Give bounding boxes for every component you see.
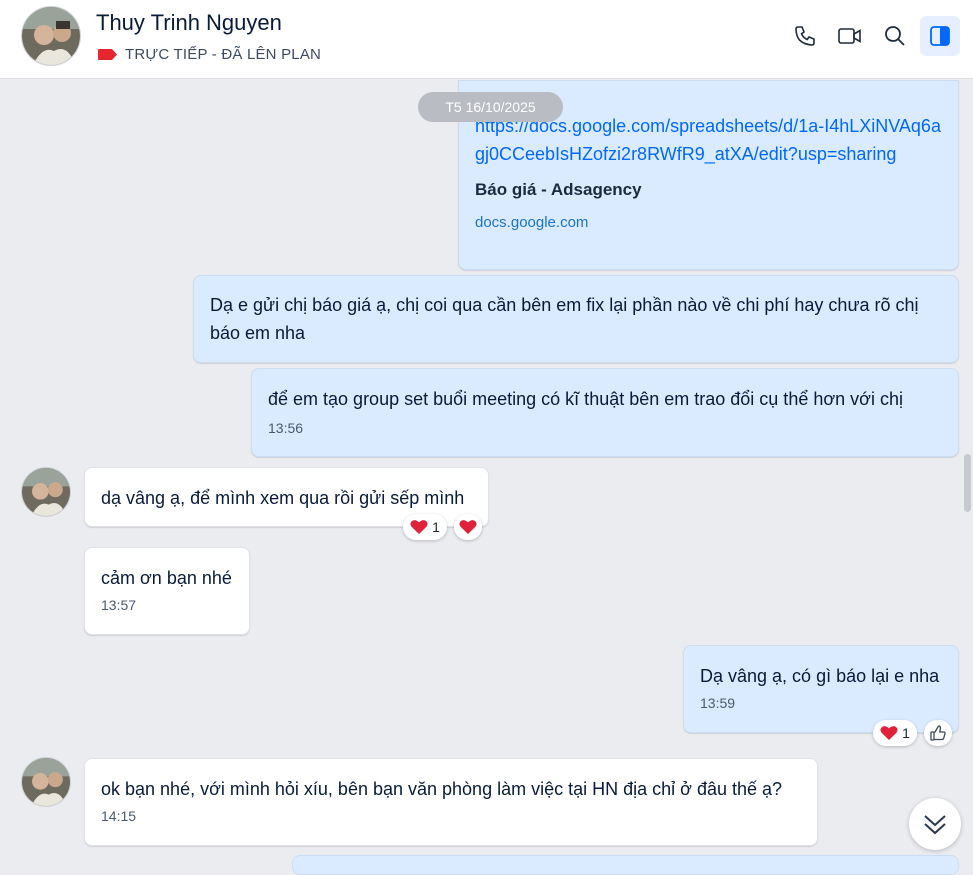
like-reaction-button[interactable] [924, 720, 952, 746]
message-time: 14:15 [101, 808, 137, 824]
search-icon [885, 26, 905, 46]
conversation-tag[interactable]: TRỰC TIẾP - ĐÃ LÊN PLAN [98, 44, 321, 64]
message-text: Dạ vâng ạ, có gì báo lại e nha [700, 666, 940, 686]
heart-icon [410, 520, 428, 534]
reaction-summary[interactable]: 1 [873, 720, 917, 746]
message-time: 13:57 [101, 597, 137, 613]
tag-icon [98, 48, 117, 60]
reaction-count: 1 [432, 519, 440, 535]
link-preview-title: Báo giá - Adsagency [475, 180, 642, 199]
sender-avatar[interactable] [21, 467, 71, 517]
sender-avatar[interactable] [21, 757, 71, 807]
message-text: để em tạo group set buổi meeting có kĩ t… [268, 389, 903, 409]
thumbs-up-icon [930, 725, 946, 741]
search-button[interactable] [875, 16, 915, 56]
phone-icon [795, 26, 815, 46]
link-preview-domain: docs.google.com [475, 214, 589, 231]
message-text: Dạ e gửi chị báo giá ạ, chị coi qua cần … [210, 295, 919, 343]
scroll-to-bottom-button[interactable] [909, 798, 961, 850]
reaction-count: 1 [902, 725, 910, 741]
message-time: 13:59 [700, 695, 736, 711]
message-time: 13:56 [268, 420, 304, 436]
message-text: dạ vâng ạ, để mình xem qua rồi gửi sếp m… [101, 488, 465, 508]
message-text: cảm ơn bạn nhé [101, 568, 232, 588]
toggle-info-panel-button[interactable] [920, 16, 960, 56]
contact-name: Thuy Trinh Nguyen [96, 10, 282, 35]
message-sent[interactable]: Dạ e gửi chị báo giá ạ, chị coi qua cần … [193, 275, 959, 363]
message-received[interactable]: ok bạn nhé, với mình hỏi xíu, bên bạn vă… [84, 758, 818, 846]
double-chevron-down-icon [924, 815, 946, 835]
add-reaction-button[interactable] [454, 514, 482, 540]
call-button[interactable] [785, 16, 825, 56]
message-sent[interactable]: để em tạo group set buổi meeting có kĩ t… [251, 368, 959, 457]
heart-icon [880, 726, 898, 740]
messages-scrollbar[interactable] [964, 454, 971, 512]
contact-avatar[interactable] [21, 6, 81, 66]
chat-header: Thuy Trinh Nguyen TRỰC TIẾP - ĐÃ LÊN PLA… [0, 0, 973, 79]
date-divider: T5 16/10/2025 [418, 92, 563, 122]
message-text: ok bạn nhé, với mình hỏi xíu, bên bạn vă… [101, 779, 783, 799]
message-sent[interactable]: Dạ vâng ạ, có gì báo lại e nha 13:59 [683, 645, 959, 733]
video-call-button[interactable] [830, 16, 870, 56]
message-received[interactable]: cảm ơn bạn nhé 13:57 [84, 547, 250, 635]
tag-label: TRỰC TIẾP - ĐÃ LÊN PLAN [125, 45, 322, 63]
video-icon [838, 28, 861, 44]
heart-icon [459, 520, 477, 534]
reaction-summary[interactable]: 1 [403, 514, 447, 540]
message-sent-partial[interactable] [292, 855, 959, 875]
sidebar-toggle-icon [930, 26, 950, 46]
